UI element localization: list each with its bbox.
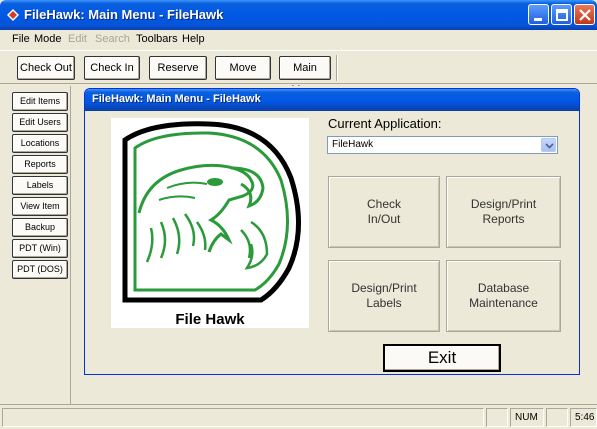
database-maintenance-button[interactable]: Database Maintenance (446, 260, 561, 332)
move-button[interactable]: Move (215, 56, 271, 80)
application-window: FileHawk: Main Menu - FileHawk File Mode… (0, 0, 597, 429)
app-icon (7, 9, 19, 21)
status-message (2, 408, 484, 427)
status-bar: NUM 5:46 (0, 404, 597, 429)
minimize-icon (534, 18, 542, 21)
chevron-down-icon (545, 143, 554, 149)
exit-button[interactable]: Exit (383, 344, 501, 372)
logo-caption: File Hawk (175, 311, 245, 328)
menu-bar: File Mode Edit Search Toolbars Help (0, 30, 597, 50)
status-clock: 5:46 (570, 408, 597, 427)
backup-button[interactable]: Backup (12, 218, 68, 237)
main-menu-window-title: FileHawk: Main Menu - FileHawk (92, 93, 261, 105)
design-print-reports-button[interactable]: Design/Print Reports (446, 176, 561, 248)
side-toolbar: Edit Items Edit Users Locations Reports … (10, 86, 71, 404)
check-in-out-button[interactable]: Check In/Out (328, 176, 440, 248)
check-in-button[interactable]: Check In (84, 56, 140, 80)
locations-button[interactable]: Locations (12, 134, 68, 153)
pdt-win-button[interactable]: PDT (Win) (12, 239, 68, 258)
menu-toolbars[interactable]: Toolbars (136, 33, 178, 45)
menu-file[interactable]: File (12, 33, 30, 45)
view-item-button[interactable]: View Item (12, 197, 68, 216)
current-application-select[interactable]: FileHawk (327, 136, 558, 154)
reports-button[interactable]: Reports (12, 155, 68, 174)
menu-search[interactable]: Search (95, 33, 130, 45)
maximize-button[interactable] (551, 4, 572, 25)
edit-items-button[interactable]: Edit Items (12, 92, 68, 111)
minimize-button[interactable] (528, 4, 549, 25)
check-out-button[interactable]: Check Out (17, 56, 75, 80)
close-icon (579, 9, 591, 21)
edit-users-button[interactable]: Edit Users (12, 113, 68, 132)
toolbar: Check Out Check In Reserve Move Main Men… (0, 50, 597, 96)
dropdown-arrow-button[interactable] (541, 138, 556, 152)
main-menu-button[interactable]: Main Menu (279, 56, 331, 96)
menu-help[interactable]: Help (182, 33, 205, 45)
menu-edit[interactable]: Edit (68, 33, 87, 45)
pdt-dos-button[interactable]: PDT (DOS) (12, 260, 68, 279)
reserve-button[interactable]: Reserve (149, 56, 207, 80)
hawk-logo-icon (122, 121, 301, 303)
maximize-icon (556, 9, 568, 21)
title-bar[interactable]: FileHawk: Main Menu - FileHawk (0, 0, 597, 30)
status-scroll (546, 408, 568, 427)
close-button[interactable] (574, 4, 595, 25)
status-caps (486, 408, 508, 427)
current-application-label: Current Application: (328, 116, 442, 131)
labels-button[interactable]: Labels (12, 176, 68, 195)
main-menu-title-bar[interactable]: FileHawk: Main Menu - FileHawk (85, 89, 579, 111)
status-num: NUM (510, 408, 544, 427)
menu-mode[interactable]: Mode (34, 33, 62, 45)
design-print-labels-button[interactable]: Design/Print Labels (328, 260, 440, 332)
filehawk-logo: File Hawk (111, 118, 309, 328)
window-title: FileHawk: Main Menu - FileHawk (24, 7, 224, 22)
toolbar-separator (336, 55, 338, 81)
current-application-value: FileHawk (332, 139, 374, 150)
